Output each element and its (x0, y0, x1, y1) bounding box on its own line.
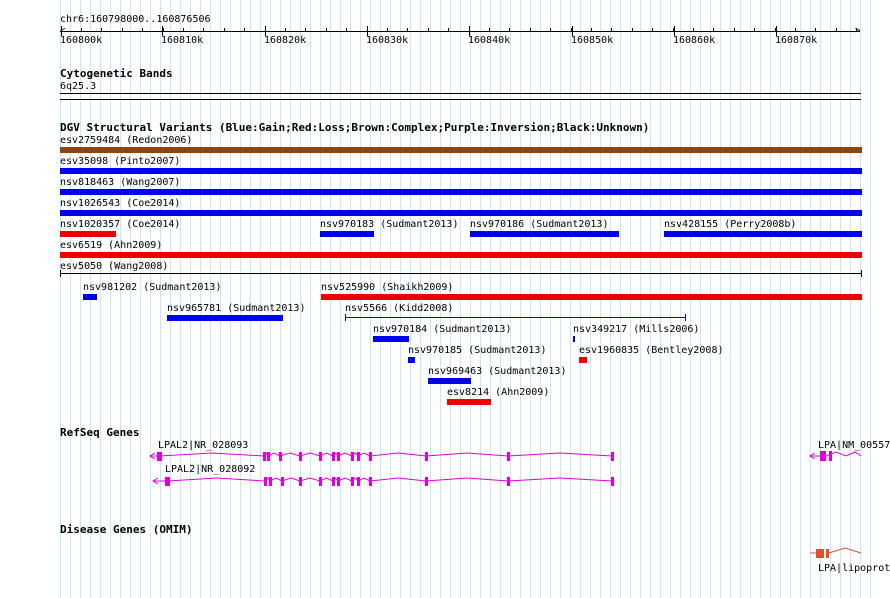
lpal2-nr028092-exon (425, 477, 428, 486)
lpal2-nr028093-exon (507, 452, 510, 461)
lpal2-nr028093-exon (351, 452, 354, 461)
lpal2-nr028092-exon (299, 477, 302, 486)
omim-label-lpa[interactable]: LPA|lipoprot (818, 563, 890, 574)
lpal2-nr028092-exon (611, 477, 614, 486)
lpal2-nr028092-exon (351, 477, 354, 486)
lpal2-nr028092-exon (369, 477, 372, 486)
lpal2-nr028093-exon (267, 452, 270, 461)
lpal2-nr028093-exon (299, 452, 302, 461)
lpal2-nr028093-exon (279, 452, 282, 461)
lpal2-nr028093-exon (159, 452, 162, 461)
omim-lpa-exon (826, 549, 829, 558)
lpa-exon (829, 451, 832, 461)
lpal2-nr028093-exon (337, 452, 340, 461)
refseq-gene-models (149, 451, 862, 558)
gene-label-lpal2-nr028093[interactable]: LPAL2|NR_028093 (158, 440, 248, 451)
lpal2-nr028092-exon (507, 477, 510, 486)
lpal2-nr028092-exon (167, 477, 170, 486)
lpal2-nr028092-exon (337, 477, 340, 486)
gene-label-lpal2-nr028092[interactable]: LPAL2|NR_028092 (165, 464, 255, 475)
lpal2-nr028092-exon (281, 477, 284, 486)
lpa-intron (810, 451, 862, 457)
lpal2-nr028092-exon (357, 477, 360, 486)
lpal2-nr028093-exon (263, 452, 266, 461)
omim-lpa-exon (816, 549, 824, 558)
genome-browser-view: chr6:160798000..160876506 < > 160800k 160… (0, 0, 890, 598)
gene-label-lpa-nm00557[interactable]: LPA|NM_00557 (818, 440, 890, 451)
lpal2-nr028092-exon (264, 477, 267, 486)
lpal2-nr028093-exon (357, 452, 360, 461)
omim-track-title[interactable]: Disease Genes (OMIM) (60, 524, 192, 536)
lpal2-nr028093-exon (611, 452, 614, 461)
lpal2-nr028092-intron (153, 476, 613, 482)
lpal2-nr028092-exon (319, 477, 322, 486)
lpal2-nr028092-exon (269, 477, 272, 486)
lpal2-nr028093-exon (425, 452, 428, 461)
lpal2-nr028093-exon (369, 452, 372, 461)
lpal2-nr028093-intron (150, 451, 613, 457)
lpal2-nr028093-exon (332, 452, 335, 461)
omim-lpa-intron (828, 547, 862, 554)
lpa-exon (820, 451, 826, 461)
lpal2-nr028093-exon (319, 452, 322, 461)
lpal2-nr028092-exon (332, 477, 335, 486)
